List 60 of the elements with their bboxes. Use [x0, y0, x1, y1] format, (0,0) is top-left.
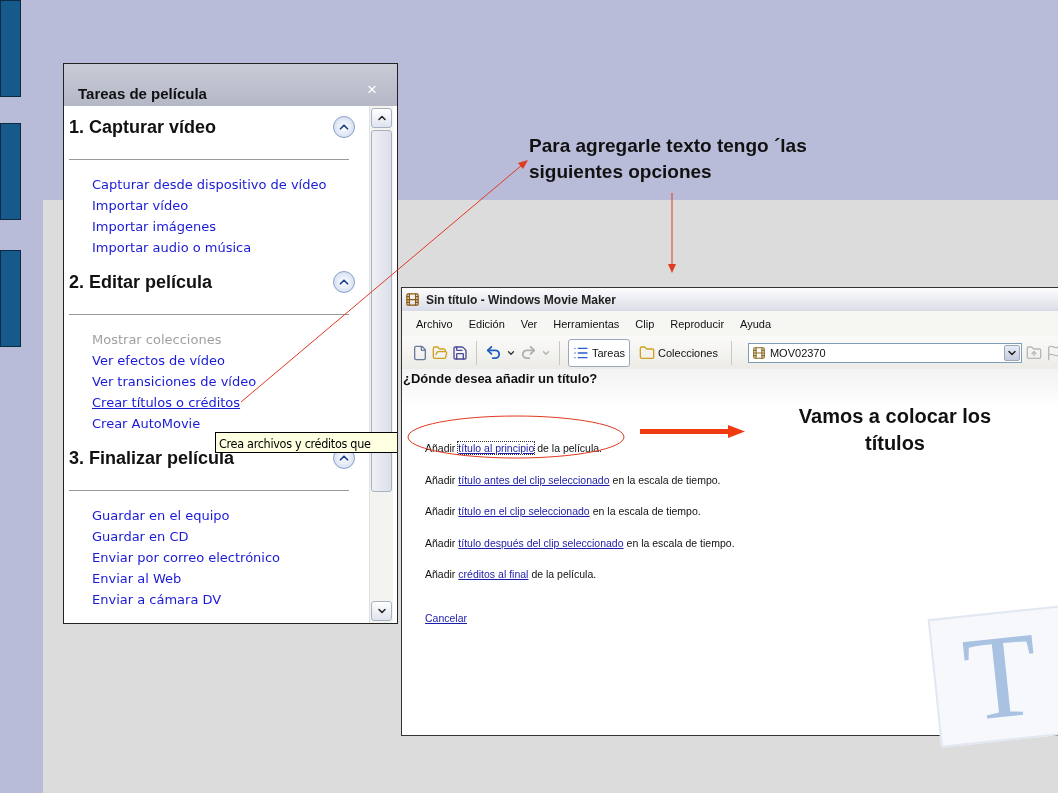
task-link[interactable]: Crear AutoMovie	[92, 413, 201, 434]
menu-item[interactable]: Archivo	[408, 317, 461, 330]
window-title: Sin título - Windows Movie Maker	[426, 292, 616, 307]
scroll-up-button[interactable]	[371, 108, 392, 128]
menu-item[interactable]: Clip	[627, 317, 663, 330]
option-text: de la película.	[537, 442, 603, 454]
toolbar-button[interactable]: Tareas	[568, 338, 631, 367]
scroll-down-button[interactable]	[371, 601, 392, 621]
scrollbar[interactable]	[369, 106, 393, 623]
option-text: Añadir	[425, 473, 456, 486]
option-link[interactable]: créditos al final	[458, 568, 529, 581]
toolbar-button[interactable]: Colecciones	[634, 338, 723, 367]
menu-item[interactable]: Ayuda	[732, 317, 780, 330]
task-link[interactable]: Crear títulos o créditos	[92, 392, 241, 413]
undo-icon[interactable]	[485, 344, 502, 361]
option-link[interactable]: título en el clip seleccionado	[458, 505, 590, 518]
cancel-link[interactable]: Cancelar	[425, 611, 468, 624]
task-link[interactable]: Enviar al Web	[92, 568, 182, 589]
task-link[interactable]: Enviar por correo electrónico	[92, 547, 281, 568]
task-link[interactable]: Importar imágenes	[92, 216, 217, 237]
collapse-button[interactable]	[333, 116, 355, 138]
option-text: de la película.	[531, 568, 597, 581]
task-link[interactable]: Capturar desde dispositivo de vídeo	[92, 174, 327, 195]
task-link[interactable]: Guardar en CD	[92, 526, 189, 547]
option-link[interactable]: título antes del clip seleccionado	[458, 473, 610, 486]
task-link[interactable]: Ver efectos de vídeo	[92, 350, 225, 371]
menu-item[interactable]: Ver	[512, 317, 546, 330]
task-link[interactable]: Enviar a cámara DV	[92, 589, 222, 610]
film-icon	[751, 345, 766, 360]
emblem-letter: T	[958, 613, 1044, 740]
task-link[interactable]: Importar vídeo	[92, 195, 189, 216]
option-text: en la escala de tiempo.	[592, 505, 701, 518]
task-link[interactable]: Ver transiciones de vídeo	[92, 371, 257, 392]
section-title: 2. Editar película	[69, 271, 213, 293]
section-title: 1. Capturar vídeo	[69, 116, 217, 138]
film-icon	[405, 292, 420, 307]
save-icon[interactable]	[452, 344, 468, 361]
task-link[interactable]: Guardar en el equipo	[92, 505, 230, 526]
collapse-button[interactable]	[333, 271, 355, 293]
option-text: Añadir	[425, 536, 456, 549]
new-file-icon[interactable]	[412, 344, 428, 361]
menu-item[interactable]: Reproducir	[662, 317, 733, 330]
task-link[interactable]: Importar audio o música	[92, 237, 252, 258]
option-link[interactable]: título después del clip seleccionado	[458, 536, 624, 549]
option-link[interactable]: título al principio	[458, 442, 535, 454]
menu-item[interactable]: Herramientas	[545, 317, 628, 330]
menu-item[interactable]: Edición	[460, 317, 513, 330]
option-text: Añadir	[425, 442, 456, 454]
pane-title: Tareas de película	[78, 85, 207, 102]
folder-icon	[639, 344, 656, 361]
option-text: Añadir	[425, 568, 456, 581]
option-text: Añadir	[425, 505, 456, 518]
callout-text: Vamos a colocar los títulos	[797, 404, 993, 456]
option-text: en la escala de tiempo.	[626, 536, 735, 549]
callout-text: Para agregarle texto tengo ´las siguientes opciones	[529, 134, 808, 184]
option-text: en la escala de tiempo.	[612, 473, 721, 486]
page-heading: ¿Dónde desea añadir un título?	[402, 371, 599, 386]
dropdown-button[interactable]	[1003, 344, 1020, 361]
collection-dropdown[interactable]: MOV02370	[747, 342, 1022, 363]
scroll-thumb[interactable]	[371, 130, 392, 492]
